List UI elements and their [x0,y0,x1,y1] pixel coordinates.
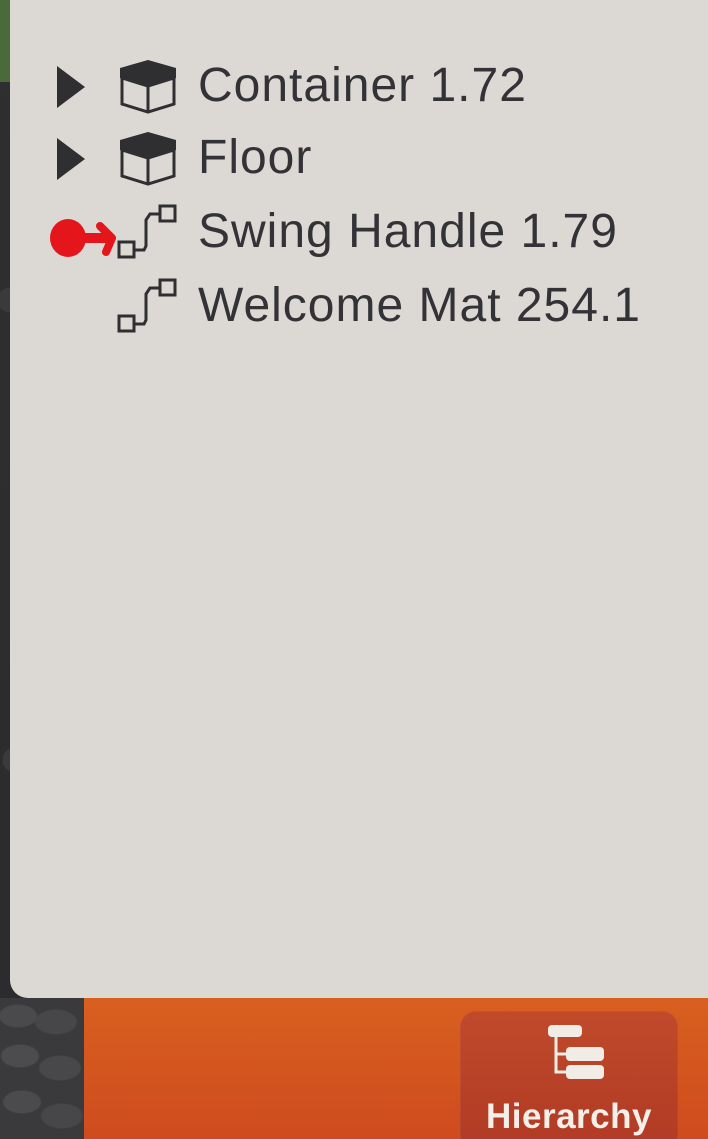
tree-row-label: Welcome Mat 254.1 [198,279,641,332]
expand-triangle-icon[interactable] [54,138,88,180]
link-node-icon [117,278,177,333]
tree-row-label: Floor [198,131,313,184]
expand-triangle-icon[interactable] [54,66,88,108]
link-node-icon [117,204,177,259]
box-icon [120,60,176,114]
hierarchy-tree-icon [548,1025,604,1079]
box-icon [120,132,176,186]
tree-row-label: Swing Handle 1.79 [198,205,618,258]
tree-row-container[interactable]: Container 1.72 [0,56,700,116]
tree-row-welcome-mat[interactable]: Welcome Mat 254.1 [0,276,700,336]
tree-row-floor[interactable]: Floor [0,128,700,188]
hierarchy-button-label: Hierarchy [486,1097,652,1136]
hierarchy-button[interactable]: Hierarchy [460,1011,678,1139]
cobblestone-ground [0,998,84,1139]
pointer-marker-icon [50,219,116,257]
tree-row-label: Container 1.72 [198,59,527,112]
